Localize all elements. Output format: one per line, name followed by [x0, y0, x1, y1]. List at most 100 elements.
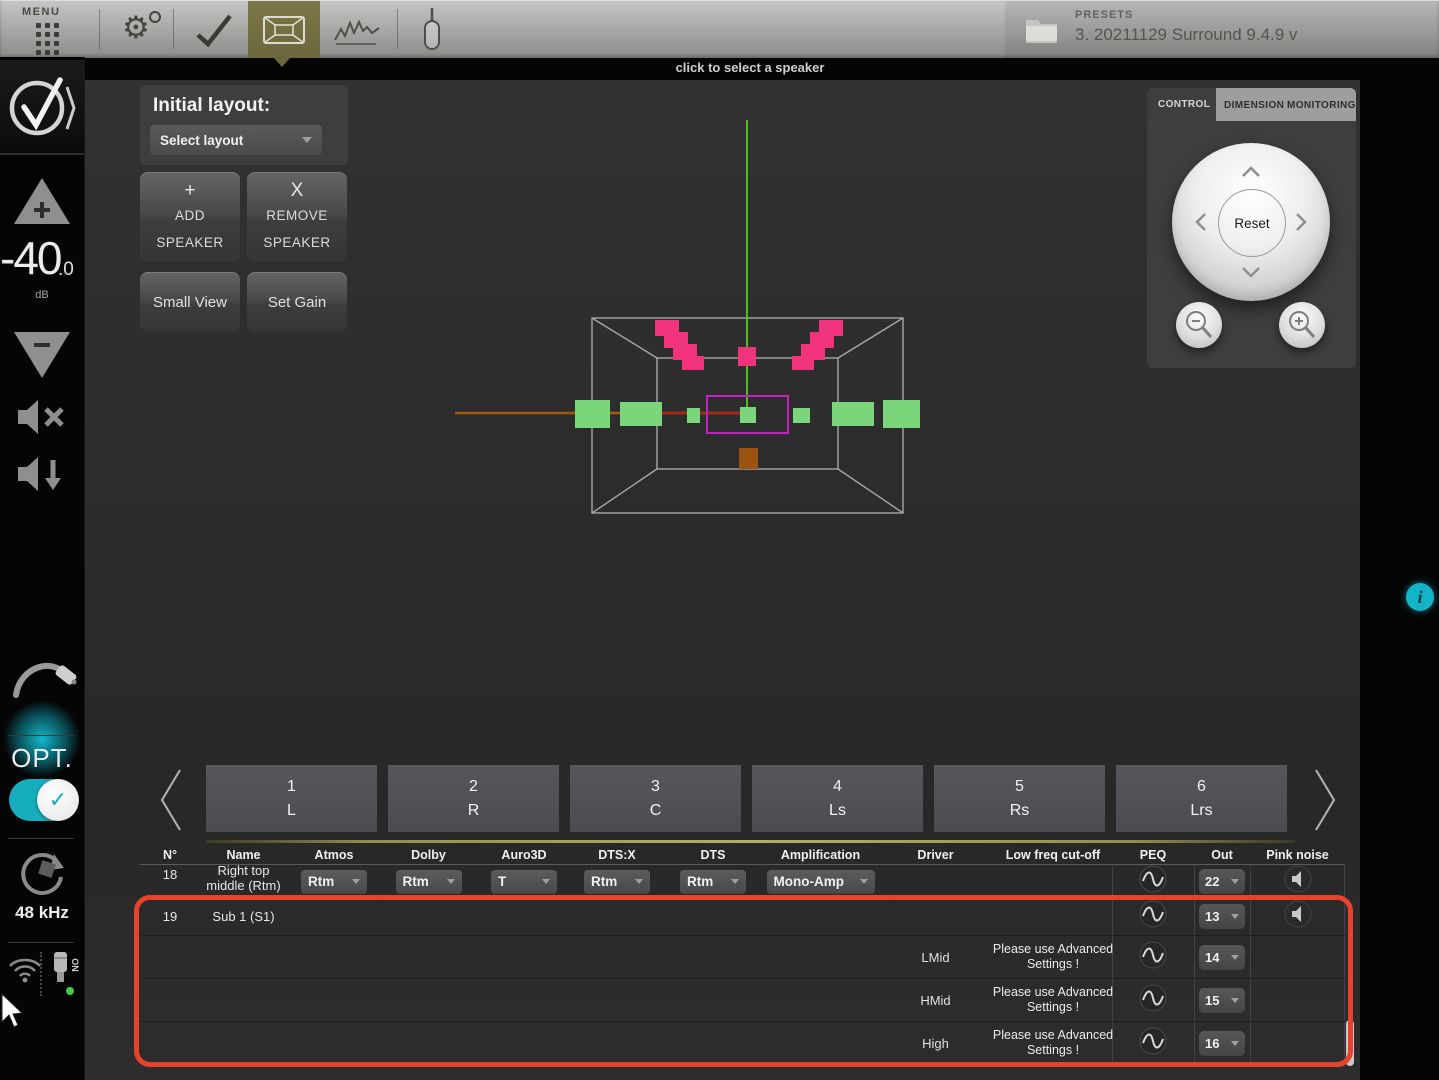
reset-view-button[interactable]: Reset [1218, 189, 1286, 257]
speaker-number: 4 [833, 778, 842, 796]
col-peq: PEQ [1140, 848, 1166, 862]
col-dts: DTS [701, 848, 726, 862]
presets-label: PRESETS [1075, 9, 1133, 21]
add-speaker-label2: SPEAKER [140, 235, 240, 250]
dtsx-dropdown[interactable]: Rtm [584, 870, 650, 894]
mute-button[interactable] [16, 397, 68, 437]
zoom-in-button[interactable] [1279, 302, 1325, 348]
room-3d-view[interactable] [440, 90, 960, 530]
chevron-down-icon [447, 879, 455, 884]
speaker-tab-2[interactable]: 2 R [388, 765, 559, 832]
microphone-icon[interactable] [420, 6, 444, 54]
speaker-tab-1[interactable]: 1 L [206, 765, 377, 832]
speaker-number: 5 [1015, 778, 1024, 796]
zoom-out-button[interactable] [1176, 302, 1222, 348]
speaker-number: 2 [469, 778, 478, 796]
dolby-dropdown[interactable]: Rtm [396, 870, 462, 894]
speaker-name: R [468, 802, 480, 820]
toolbar-divider [99, 9, 100, 49]
volume-down-button[interactable] [12, 329, 72, 381]
mic-active-dot [66, 987, 74, 995]
settings-gear-icon[interactable]: ⚙ [122, 12, 150, 43]
measurement-curve-icon[interactable] [334, 19, 380, 47]
dim-button[interactable] [16, 453, 68, 497]
dts-dropdown[interactable]: Rtm [680, 870, 746, 894]
set-gain-button[interactable]: Set Gain [247, 272, 347, 332]
col-dtsx: DTS:X [598, 848, 636, 862]
atmos-value: Rtm [308, 874, 334, 889]
col-atmos: Atmos [315, 848, 354, 862]
col-driver: Driver [917, 848, 953, 862]
chevron-down-icon [542, 879, 550, 884]
mic-connector-icon [50, 950, 72, 992]
optical-toggle-knob[interactable]: ✓ [37, 779, 79, 821]
logo-block[interactable] [0, 60, 84, 155]
speaker-strip-next-button[interactable] [1312, 768, 1340, 832]
layout-select-dropdown[interactable]: Select layout [150, 125, 322, 155]
remove-speaker-label: REMOVE [247, 208, 347, 223]
room-view-icon [262, 15, 306, 45]
volume-value: -40 [0, 235, 58, 281]
chevron-down-icon [352, 879, 360, 884]
chevron-down-icon [1231, 879, 1239, 884]
speaker-name: Lrs [1190, 802, 1212, 820]
col-lowfreq: Low freq cut-off [1006, 848, 1100, 862]
speaker-tab-3[interactable]: 3 C [570, 765, 741, 832]
table-header: N° Name Atmos Dolby Auro3D DTS:X DTS Amp… [140, 845, 1345, 865]
out-dropdown[interactable]: 22 [1199, 869, 1245, 894]
out-value: 22 [1205, 874, 1219, 889]
active-tab-pointer [274, 58, 290, 67]
menu-grid-icon[interactable] [36, 23, 59, 55]
x-icon: X [247, 180, 347, 202]
layout-select-value: Select layout [160, 133, 243, 148]
mouse-cursor [0, 993, 26, 1031]
col-pinknoise: Pink noise [1266, 848, 1329, 862]
speaker-setup-screen: MENU ⚙ [0, 0, 1439, 1080]
volume-up-button[interactable] [12, 175, 72, 227]
sidebar-mini-divider [40, 952, 42, 996]
info-icon[interactable]: i [1406, 583, 1434, 611]
name-line1: Right top [206, 865, 280, 878]
tab-monitoring[interactable]: MONITORING [1287, 100, 1356, 111]
speaker-name-cell: Right top middle (Rtm) [206, 865, 280, 893]
speaker-strip-prev-button[interactable] [156, 768, 184, 832]
speaker-tab-6[interactable]: 6 Lrs [1116, 765, 1287, 832]
magnifier-plus-icon [1279, 302, 1325, 348]
xlr-cable-icon[interactable] [8, 649, 78, 721]
pink-noise-button[interactable] [1284, 865, 1312, 897]
volume-decimal: .0 [58, 259, 74, 281]
add-speaker-button[interactable]: + ADD SPEAKER [140, 172, 240, 262]
canvas-hint-text: click to select a speaker [447, 60, 1053, 75]
sub-rows-highlight [134, 895, 1353, 1067]
small-view-button[interactable]: Small View [140, 272, 240, 332]
col-dolby: Dolby [411, 848, 446, 862]
peq-button[interactable] [1139, 865, 1167, 897]
speaker-tab-4[interactable]: 4 Ls [752, 765, 923, 832]
auro3d-dropdown[interactable]: T [491, 870, 557, 894]
atmos-dropdown[interactable]: Rtm [301, 870, 367, 894]
sample-rate-label: 48 kHz [0, 903, 84, 923]
left-sidebar: -40 .0 dB OPT. ✓ [0, 57, 85, 1080]
table-row-18[interactable]: 18 Right top middle (Rtm) Rtm Rtm T Rtm … [140, 865, 1345, 897]
menu-label: MENU [22, 6, 60, 18]
subwoofer-marker[interactable] [739, 448, 758, 469]
tab-speaker-layout-active[interactable] [248, 1, 320, 58]
tab-control[interactable]: CONTROL [1158, 99, 1210, 110]
remove-speaker-label2: SPEAKER [247, 235, 347, 250]
speaker-number: 6 [1197, 778, 1206, 796]
chevron-down-icon [302, 137, 312, 143]
speaker-number: 3 [651, 778, 660, 796]
remove-speaker-button[interactable]: X REMOVE SPEAKER [247, 172, 347, 262]
amplification-dropdown[interactable]: Mono-Amp [767, 870, 875, 894]
speaker-tab-5[interactable]: 5 Rs [934, 765, 1105, 832]
magnifier-minus-icon [1176, 302, 1222, 348]
calibration-check-icon[interactable] [194, 13, 234, 47]
ceiling-speakers-pink[interactable] [655, 320, 843, 370]
preset-selector[interactable]: PRESETS 3. 20211129 Surround 9.4.9 v [1005, 1, 1439, 58]
sidebar-divider [8, 942, 74, 943]
initial-layout-title: Initial layout: [153, 95, 270, 117]
tab-dimension[interactable]: DIMENSION [1224, 100, 1284, 111]
strip-scroll-indicator [206, 840, 1295, 843]
trinnov-logo-icon [8, 72, 78, 144]
optical-label: OPT. [0, 743, 84, 774]
